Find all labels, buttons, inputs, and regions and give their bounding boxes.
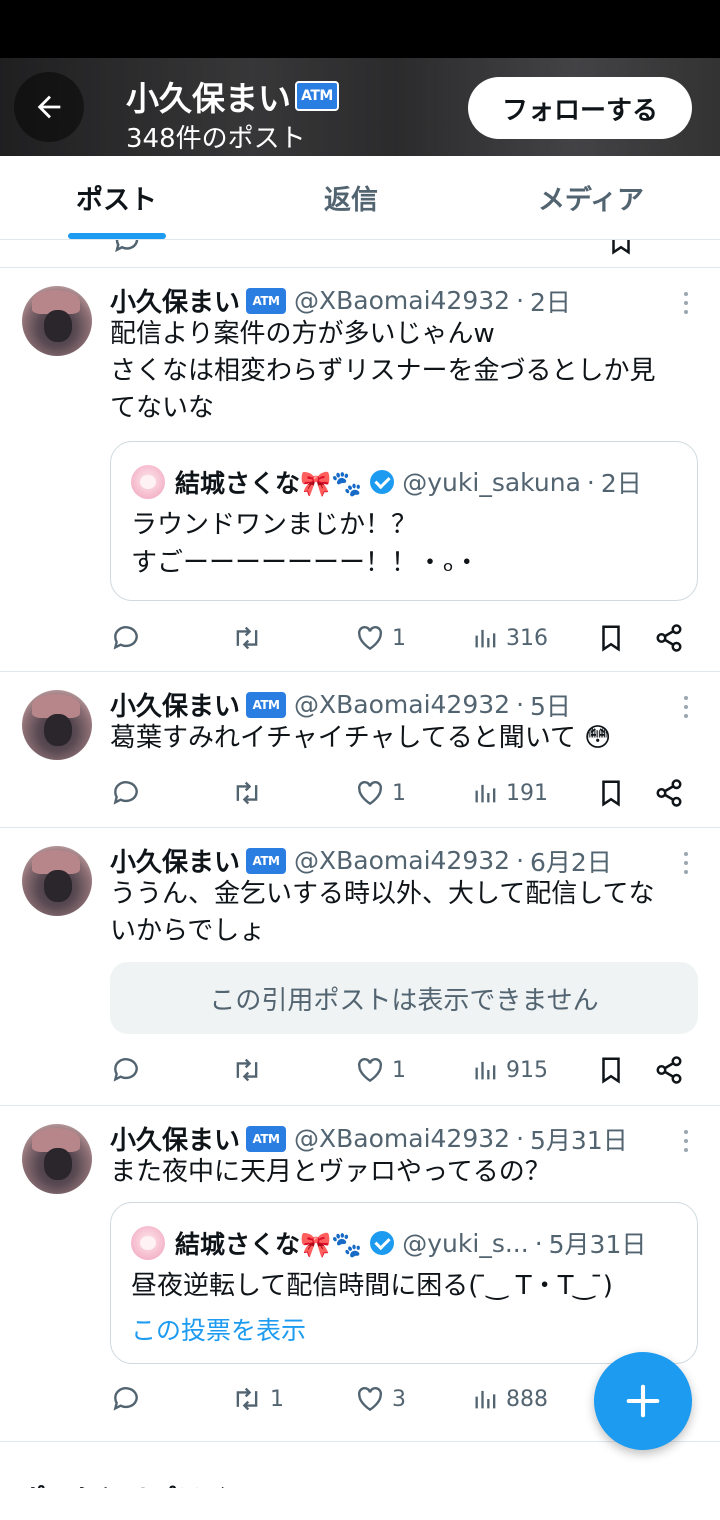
reply-icon [113, 626, 138, 650]
views-icon [475, 629, 496, 648]
share-button[interactable] [654, 773, 684, 813]
heart-icon [358, 625, 382, 651]
tab-posts[interactable]: ポスト [0, 156, 240, 239]
more-options-icon[interactable] [676, 1126, 696, 1156]
tab-media[interactable]: メディア [462, 156, 720, 239]
quoted-post[interactable]: 結城さくな🎀🐾 @yuki_sakuna · 2日 ラウンドワンまじか！？ すご… [110, 441, 698, 601]
repost-icon [236, 1387, 258, 1411]
bookmark-icon [602, 780, 620, 807]
views-button[interactable]: 888 [472, 1379, 548, 1419]
atm-badge-icon: ATM [246, 691, 287, 718]
atm-badge-icon: ATM [246, 847, 287, 874]
post-item[interactable]: 小久保まい ATM @XBaomai42932 · 6月2日 ううん、金乞いする… [0, 828, 720, 1106]
avatar[interactable] [22, 690, 92, 760]
post-text: 配信より案件の方が多いじゃんw さくなは相変わらずリスナーを金づるとしか見 てな… [110, 319, 656, 423]
atm-badge-icon: ATM [295, 81, 339, 111]
heart-icon [358, 1057, 382, 1083]
post-text: 葛葉すみれイチャイチャしてると聞いて 😳 [110, 723, 612, 753]
post-text: ううん、金乞いする時以外、大して配信してな いからでしょ [110, 879, 655, 946]
repost-icon [236, 781, 258, 805]
next-section-heading: ポストとリプライ [20, 1470, 228, 1488]
repost-button[interactable]: 1 [230, 1379, 284, 1419]
views-icon [475, 1061, 496, 1080]
bookmark-icon [602, 625, 620, 652]
share-button[interactable] [654, 1050, 684, 1090]
post-meta: 小久保まい ATM @XBaomai42932 · 6月2日 [110, 846, 612, 878]
reply-icon [113, 1387, 138, 1411]
more-options-icon[interactable] [676, 288, 696, 318]
post-count: 348件のポスト [126, 124, 306, 154]
bookmark-button[interactable] [596, 1050, 626, 1090]
post-actions: 1 191 [110, 773, 710, 813]
view-poll-link[interactable]: この投票を表示 [131, 1311, 306, 1347]
follow-button[interactable]: フォローする [468, 77, 692, 139]
atm-badge-icon: ATM [246, 1125, 287, 1152]
profile-tabs: ポスト 返信 メディア [0, 156, 720, 240]
avatar [131, 465, 165, 499]
reply-button[interactable] [110, 1379, 148, 1419]
post-text: また夜中に天月とヴァロやってるの？ [110, 1157, 551, 1187]
views-icon [475, 784, 496, 803]
verified-badge-icon [370, 470, 395, 494]
avatar [131, 1226, 165, 1260]
post-actions: 1 316 [110, 618, 710, 658]
reply-button[interactable] [110, 618, 148, 658]
plus-icon [626, 1384, 660, 1418]
compose-button[interactable] [594, 1352, 692, 1450]
status-bar [0, 0, 720, 58]
repost-icon [236, 1058, 258, 1082]
more-options-icon[interactable] [676, 848, 696, 878]
atm-badge-icon: ATM [246, 287, 287, 314]
post-item[interactable]: 小久保まい ATM @XBaomai42932 · 5日 葛葉すみれイチャイチャ… [0, 672, 720, 828]
arrow-left-icon [37, 95, 61, 119]
reply-icon [113, 1058, 138, 1082]
repost-button[interactable] [230, 773, 270, 813]
repost-button[interactable] [230, 618, 270, 658]
profile-header: 小久保まい ATM 348件のポスト フォローする [0, 58, 720, 156]
post-meta: 小久保まい ATM @XBaomai42932 · 2日 [110, 286, 571, 318]
heart-icon [358, 780, 382, 806]
post-meta: 小久保まい ATM @XBaomai42932 · 5月31日 [110, 1124, 628, 1156]
avatar[interactable] [22, 286, 92, 356]
reply-button[interactable] [110, 1050, 148, 1090]
share-button[interactable] [654, 618, 684, 658]
more-options-icon[interactable] [676, 692, 696, 722]
reply-icon [113, 781, 138, 805]
share-icon [656, 779, 682, 807]
repost-icon [236, 626, 258, 650]
heart-icon [358, 1386, 382, 1412]
unavailable-quote-notice: この引用ポストは表示できません [110, 962, 698, 1034]
views-button[interactable]: 915 [472, 1050, 548, 1090]
quoted-text: ラウンドワンまじか！？ すごーーーーーーー！！・ₒ・ [131, 510, 480, 578]
previous-post-actions [0, 240, 720, 268]
profile-name: 小久保まい ATM [126, 72, 339, 120]
bookmark-icon [602, 1057, 620, 1084]
like-button[interactable]: 1 [354, 618, 406, 658]
verified-badge-icon [370, 1231, 395, 1255]
avatar[interactable] [22, 846, 92, 916]
like-button[interactable]: 3 [354, 1379, 406, 1419]
like-button[interactable]: 1 [354, 1050, 406, 1090]
back-button[interactable] [14, 72, 84, 142]
views-button[interactable]: 191 [472, 773, 548, 813]
bookmark-button[interactable] [596, 618, 626, 658]
post-meta: 小久保まい ATM @XBaomai42932 · 5日 [110, 690, 571, 722]
active-tab-indicator [68, 233, 166, 239]
tab-replies[interactable]: 返信 [240, 156, 462, 239]
quoted-post[interactable]: 結城さくな🎀🐾 @yuki_s... · 5月31日 昼夜逆転して配信時間に困る… [110, 1202, 698, 1364]
views-icon [475, 1390, 496, 1409]
views-button[interactable]: 316 [472, 618, 548, 658]
post-item[interactable]: 小久保まい ATM @XBaomai42932 · 2日 配信より案件の方が多い… [0, 268, 720, 672]
quoted-text: 昼夜逆転して配信時間に困る( ̄‿ T・T‿ ̄) [131, 1271, 613, 1301]
avatar[interactable] [22, 1124, 92, 1194]
reply-button[interactable] [110, 773, 148, 813]
post-actions: 1 915 [110, 1050, 710, 1090]
share-icon [656, 1056, 682, 1084]
share-icon [656, 624, 682, 652]
repost-button[interactable] [230, 1050, 270, 1090]
bookmark-button[interactable] [596, 773, 626, 813]
like-button[interactable]: 1 [354, 773, 406, 813]
